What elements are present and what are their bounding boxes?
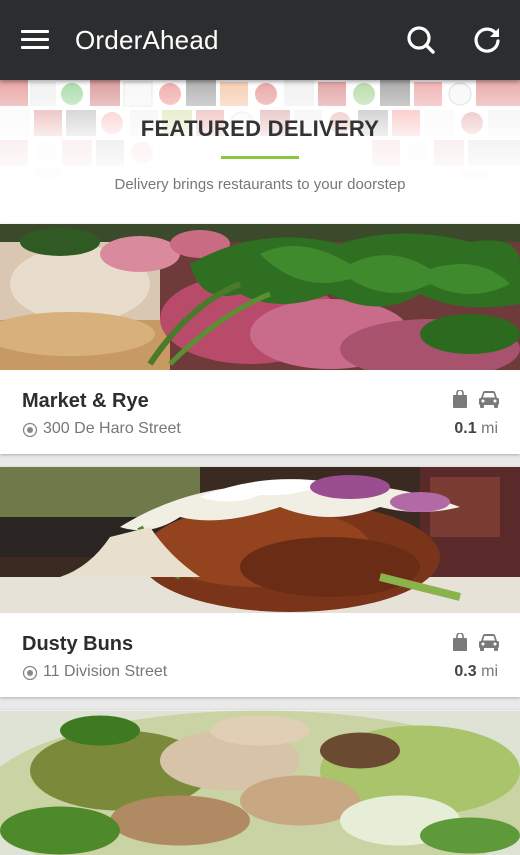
refresh-icon (474, 27, 500, 53)
restaurant-distance: 0.1 mi (454, 420, 498, 438)
restaurant-photo (0, 710, 520, 855)
distance-value: 0.3 (454, 663, 477, 680)
restaurant-photo (0, 224, 520, 370)
bag-icon (453, 633, 467, 651)
refresh-button[interactable] (454, 0, 520, 80)
app-title: OrderAhead (75, 24, 219, 55)
restaurant-distance: 0.3 mi (454, 663, 498, 681)
restaurant-address: 11 Division Street (43, 663, 168, 680)
restaurant-photo (0, 467, 520, 613)
service-icons (452, 633, 500, 651)
distance-unit: mi (481, 420, 498, 437)
restaurant-card[interactable] (0, 710, 520, 855)
search-icon (407, 26, 435, 54)
bag-icon (453, 390, 467, 408)
location-pin-icon (22, 665, 38, 681)
restaurant-name: Market & Rye (22, 390, 149, 412)
distance-value: 0.1 (454, 420, 477, 437)
app-bar: OrderAhead (0, 0, 520, 80)
car-icon (479, 391, 499, 408)
featured-title: FEATURED DELIVERY (140, 116, 380, 141)
distance-unit: mi (481, 663, 498, 680)
header-fade-overlay (0, 80, 520, 224)
restaurant-info: Dusty Buns 11 Division Street 0.3 mi (0, 613, 520, 697)
restaurant-card[interactable]: Dusty Buns 11 Division Street 0.3 mi (0, 467, 520, 697)
service-icons (452, 390, 500, 408)
car-icon (479, 634, 499, 651)
restaurant-name: Dusty Buns (22, 633, 134, 655)
location-pin-icon (22, 422, 38, 438)
featured-header: FEATURED DELIVERY Delivery brings restau… (0, 80, 520, 224)
restaurant-card[interactable]: Market & Rye 300 De Haro Street 0.1 mi (0, 224, 520, 454)
menu-button[interactable] (0, 0, 70, 80)
featured-title-underline (221, 156, 299, 159)
hamburger-menu-icon (21, 30, 49, 50)
restaurant-info: Market & Rye 300 De Haro Street 0.1 mi (0, 370, 520, 454)
restaurant-address: 300 De Haro Street (43, 420, 181, 437)
search-button[interactable] (388, 0, 454, 80)
featured-subtitle: Delivery brings restaurants to your door… (114, 176, 406, 193)
